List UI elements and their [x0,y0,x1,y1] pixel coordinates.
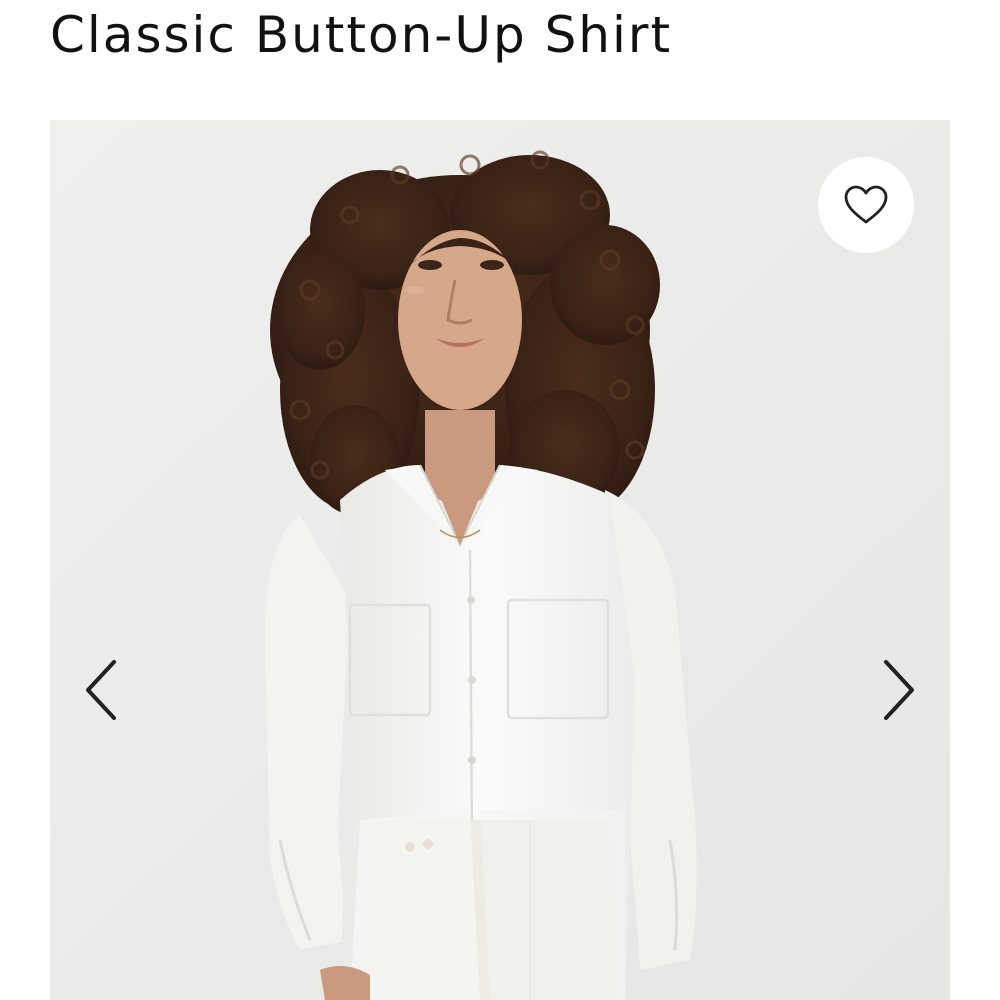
next-image-button[interactable] [874,658,924,722]
product-photo [50,120,950,1000]
product-image-gallery[interactable] [50,120,950,1000]
heart-outline-icon [844,185,888,224]
product-title: Classic Button-Up Shirt [50,6,673,64]
favorite-button[interactable] [818,157,914,253]
chevron-left-icon [86,660,116,720]
product-page: Classic Button-Up Shirt [0,0,1000,1000]
previous-image-button[interactable] [76,658,126,722]
model-face [398,230,522,410]
chevron-right-icon [884,660,914,720]
